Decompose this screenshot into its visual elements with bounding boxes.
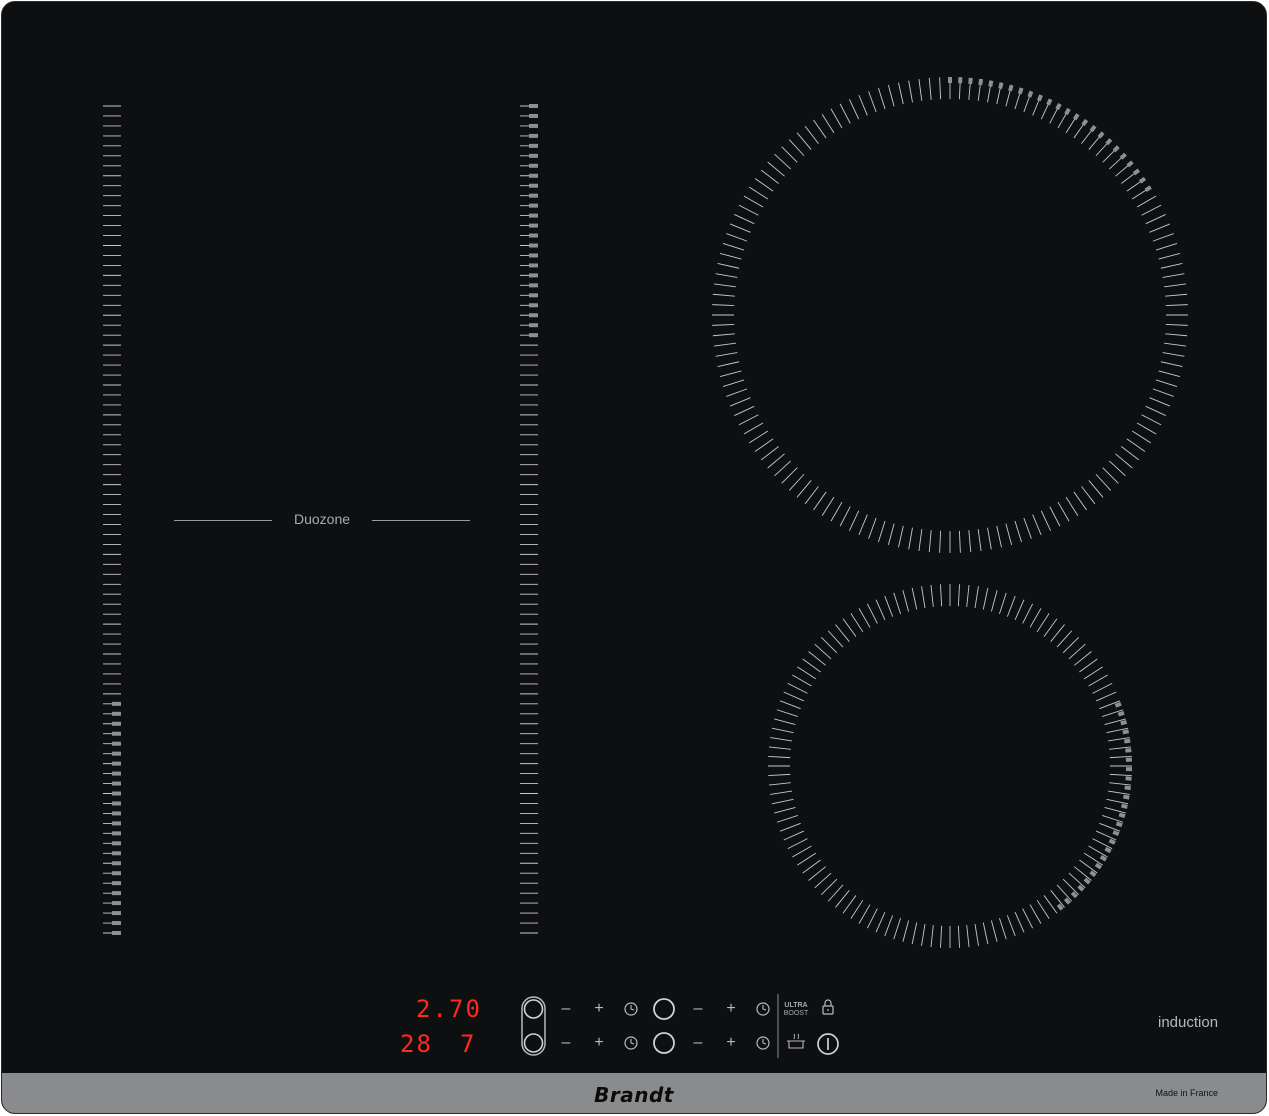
plus-button[interactable]: + [724,1035,738,1051]
plus-button[interactable]: + [592,1001,606,1017]
timer-icon[interactable] [624,1036,638,1050]
minus-button[interactable]: – [559,1035,573,1051]
touch-controls [521,994,839,1058]
brand-logo: Brandt [594,1083,674,1107]
bridge-zone-icon[interactable] [521,996,546,1056]
pot-icon[interactable] [787,1033,805,1049]
zone-circle-icon[interactable] [653,998,675,1020]
induction-badge: induction [1158,1014,1219,1031]
power-icon[interactable] [817,1033,839,1055]
ultra-boost-button[interactable]: ULTRA BOOST [781,1002,811,1018]
timer-icon[interactable] [756,1036,770,1050]
origin-label: Made in France [1155,1088,1218,1098]
zone-circle-icon[interactable] [653,1032,675,1054]
minus-button[interactable]: – [691,1001,705,1017]
timer-icon[interactable] [624,1002,638,1016]
minus-button[interactable]: – [559,1001,573,1017]
boost-line1: ULTRA [784,1002,808,1009]
hob-glass: Duozone 2. 70 28 7 – + – + – + – + ULTRA… [1,1,1267,1114]
bottom-strip: Brandt Made in France [2,1073,1266,1113]
boost-line2: BOOST [783,1010,809,1017]
timer-icon[interactable] [756,1002,770,1016]
minus-button[interactable]: – [691,1035,705,1051]
plus-button[interactable]: + [592,1035,606,1051]
plus-button[interactable]: + [724,1001,738,1017]
lock-icon[interactable] [822,999,834,1015]
